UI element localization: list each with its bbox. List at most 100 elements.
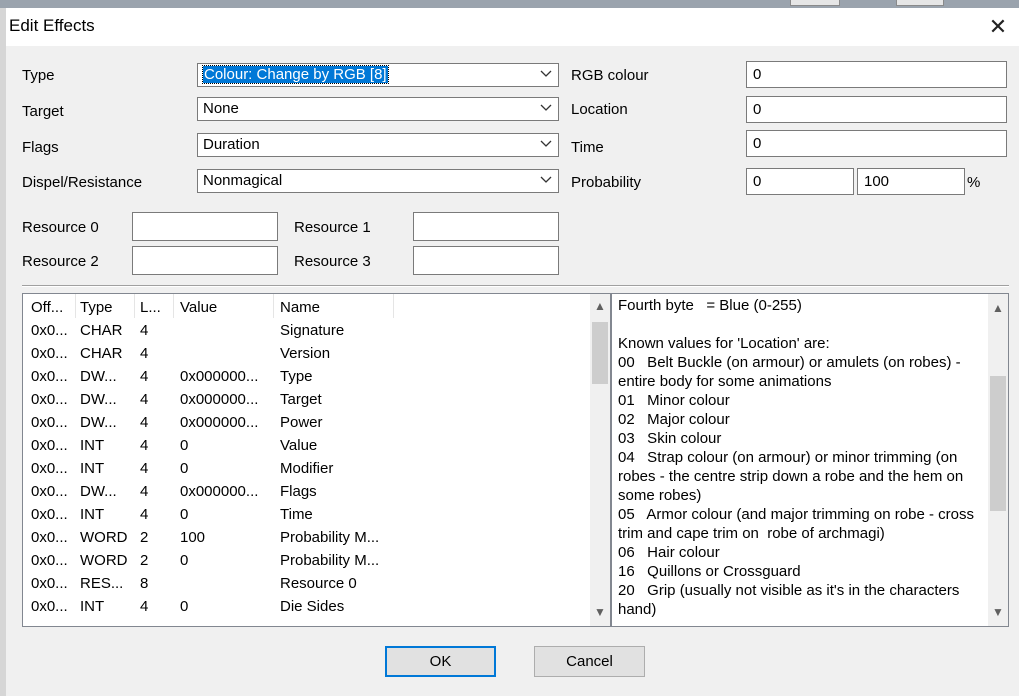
resource-3-label: Resource 3 bbox=[294, 253, 371, 270]
probability-max-field[interactable]: 100 bbox=[857, 168, 965, 195]
cell-value: 0 bbox=[180, 437, 189, 454]
title-bar[interactable]: Edit Effects ✕ bbox=[6, 8, 1019, 46]
type-dropdown[interactable]: Colour: Change by RGB [8] bbox=[197, 63, 559, 87]
dispel-resistance-value: Nonmagical bbox=[203, 172, 283, 189]
cell-type: INT bbox=[80, 598, 105, 615]
cell-value: 0 bbox=[180, 598, 189, 615]
cell-offset: 0x0... bbox=[31, 368, 68, 385]
location-value: 0 bbox=[753, 101, 762, 118]
cell-type: CHAR bbox=[80, 322, 123, 339]
separator-line bbox=[22, 285, 1009, 287]
scroll-up-icon[interactable]: ▲ bbox=[988, 298, 1008, 318]
cell-name: Type bbox=[280, 368, 313, 385]
table-row[interactable]: 0x0... CHAR 4 Signature bbox=[23, 320, 583, 343]
chevron-down-icon bbox=[540, 104, 552, 111]
chevron-down-icon bbox=[540, 70, 552, 77]
column-header-name[interactable]: Name bbox=[280, 299, 320, 316]
probability-label: Probability bbox=[571, 174, 642, 191]
cell-value: 0 bbox=[180, 460, 189, 477]
flags-dropdown[interactable]: Duration bbox=[197, 133, 559, 157]
column-divider[interactable] bbox=[273, 294, 274, 318]
table-row[interactable]: 0x0... INT 4 0 Modifier bbox=[23, 458, 583, 481]
cell-type: RES... bbox=[80, 575, 124, 592]
scroll-up-icon[interactable]: ▲ bbox=[590, 296, 610, 316]
cell-offset: 0x0... bbox=[31, 322, 68, 339]
cell-len: 4 bbox=[140, 368, 149, 385]
dispel-resistance-dropdown[interactable]: Nonmagical bbox=[197, 169, 559, 193]
table-row[interactable]: 0x0... DW... 4 0x000000... Target bbox=[23, 389, 583, 412]
cell-type: WORD bbox=[80, 552, 128, 569]
probability-min-field[interactable]: 0 bbox=[746, 168, 854, 195]
column-divider[interactable] bbox=[75, 294, 76, 318]
table-row[interactable]: 0x0... INT 4 0 Die Sides bbox=[23, 596, 583, 619]
description-text: Fourth byte = Blue (0-255) Known values … bbox=[618, 297, 974, 618]
cell-value: 0 bbox=[180, 552, 189, 569]
edit-effects-dialog: Edit Effects ✕ Type Colour: Change by RG… bbox=[6, 8, 1019, 696]
table-row[interactable]: 0x0... CHAR 4 Version bbox=[23, 343, 583, 366]
cell-type: CHAR bbox=[80, 345, 123, 362]
column-divider[interactable] bbox=[393, 294, 394, 318]
target-dropdown[interactable]: None bbox=[197, 97, 559, 121]
fields-list-view[interactable]: Off... Type L... Value Name 0x0... CHAR 4 S… bbox=[22, 293, 611, 627]
scroll-down-icon[interactable]: ▼ bbox=[590, 602, 610, 622]
cell-name: Flags bbox=[280, 483, 317, 500]
list-scrollbar[interactable]: ▲ ▼ bbox=[590, 294, 610, 626]
table-row[interactable]: 0x0... INT 4 0 Value bbox=[23, 435, 583, 458]
close-button[interactable]: ✕ bbox=[977, 8, 1019, 46]
scroll-thumb[interactable] bbox=[990, 376, 1006, 511]
cell-name: Modifier bbox=[280, 460, 334, 477]
resource-1-field[interactable] bbox=[413, 212, 559, 241]
column-header-type[interactable]: Type bbox=[80, 299, 113, 316]
description-scrollbar[interactable]: ▲ ▼ bbox=[988, 294, 1008, 626]
description-textbox[interactable]: Fourth byte = Blue (0-255) Known values … bbox=[611, 293, 1009, 627]
column-header-length[interactable]: L... bbox=[140, 299, 161, 316]
cancel-button[interactable]: Cancel bbox=[534, 646, 645, 677]
scroll-thumb[interactable] bbox=[592, 322, 608, 384]
cell-len: 4 bbox=[140, 483, 149, 500]
column-header-offset[interactable]: Off... bbox=[31, 299, 63, 316]
probability-max-value: 100 bbox=[864, 173, 890, 190]
scroll-down-icon[interactable]: ▼ bbox=[988, 602, 1008, 622]
ok-button[interactable]: OK bbox=[385, 646, 496, 677]
cell-len: 4 bbox=[140, 322, 149, 339]
target-label: Target bbox=[22, 103, 64, 120]
cell-offset: 0x0... bbox=[31, 483, 68, 500]
target-value: None bbox=[203, 100, 239, 117]
rgb-colour-label: RGB colour bbox=[571, 67, 649, 84]
cell-name: Probability M... bbox=[280, 552, 380, 569]
rgb-colour-field[interactable]: 0 bbox=[746, 61, 1007, 88]
cell-offset: 0x0... bbox=[31, 529, 68, 546]
cell-name: Resource 0 bbox=[280, 575, 357, 592]
resource-2-field[interactable] bbox=[132, 246, 278, 275]
cell-name: Value bbox=[280, 437, 318, 454]
probability-min-value: 0 bbox=[753, 173, 762, 190]
cell-type: WORD bbox=[80, 529, 128, 546]
table-row[interactable]: 0x0... WORD 2 100 Probability M... bbox=[23, 527, 583, 550]
cell-type: INT bbox=[80, 506, 105, 523]
type-value: Colour: Change by RGB [8] bbox=[202, 65, 389, 84]
cell-name: Time bbox=[280, 506, 313, 523]
chevron-down-icon bbox=[540, 140, 552, 147]
table-row[interactable]: 0x0... DW... 4 0x000000... Flags bbox=[23, 481, 583, 504]
table-row[interactable]: 0x0... RES... 8 Resource 0 bbox=[23, 573, 583, 596]
column-divider[interactable] bbox=[134, 294, 135, 318]
resource-0-field[interactable] bbox=[132, 212, 278, 241]
cell-name: Die Sides bbox=[280, 598, 345, 615]
cell-offset: 0x0... bbox=[31, 460, 68, 477]
location-field[interactable]: 0 bbox=[746, 96, 1007, 123]
cell-offset: 0x0... bbox=[31, 506, 68, 523]
table-row[interactable]: 0x0... DW... 4 0x000000... Power bbox=[23, 412, 583, 435]
resource-3-field[interactable] bbox=[413, 246, 559, 275]
column-header-value[interactable]: Value bbox=[180, 299, 217, 316]
flags-value: Duration bbox=[203, 136, 260, 153]
table-row[interactable]: 0x0... WORD 2 0 Probability M... bbox=[23, 550, 583, 573]
time-field[interactable]: 0 bbox=[746, 130, 1007, 157]
table-row[interactable]: 0x0... DW... 4 0x000000... Type bbox=[23, 366, 583, 389]
column-divider[interactable] bbox=[173, 294, 174, 318]
cell-type: DW... bbox=[80, 391, 117, 408]
cell-type: DW... bbox=[80, 414, 117, 431]
cell-name: Target bbox=[280, 391, 322, 408]
flags-label: Flags bbox=[22, 139, 59, 156]
table-row[interactable]: 0x0... INT 4 0 Time bbox=[23, 504, 583, 527]
type-label: Type bbox=[22, 67, 55, 84]
